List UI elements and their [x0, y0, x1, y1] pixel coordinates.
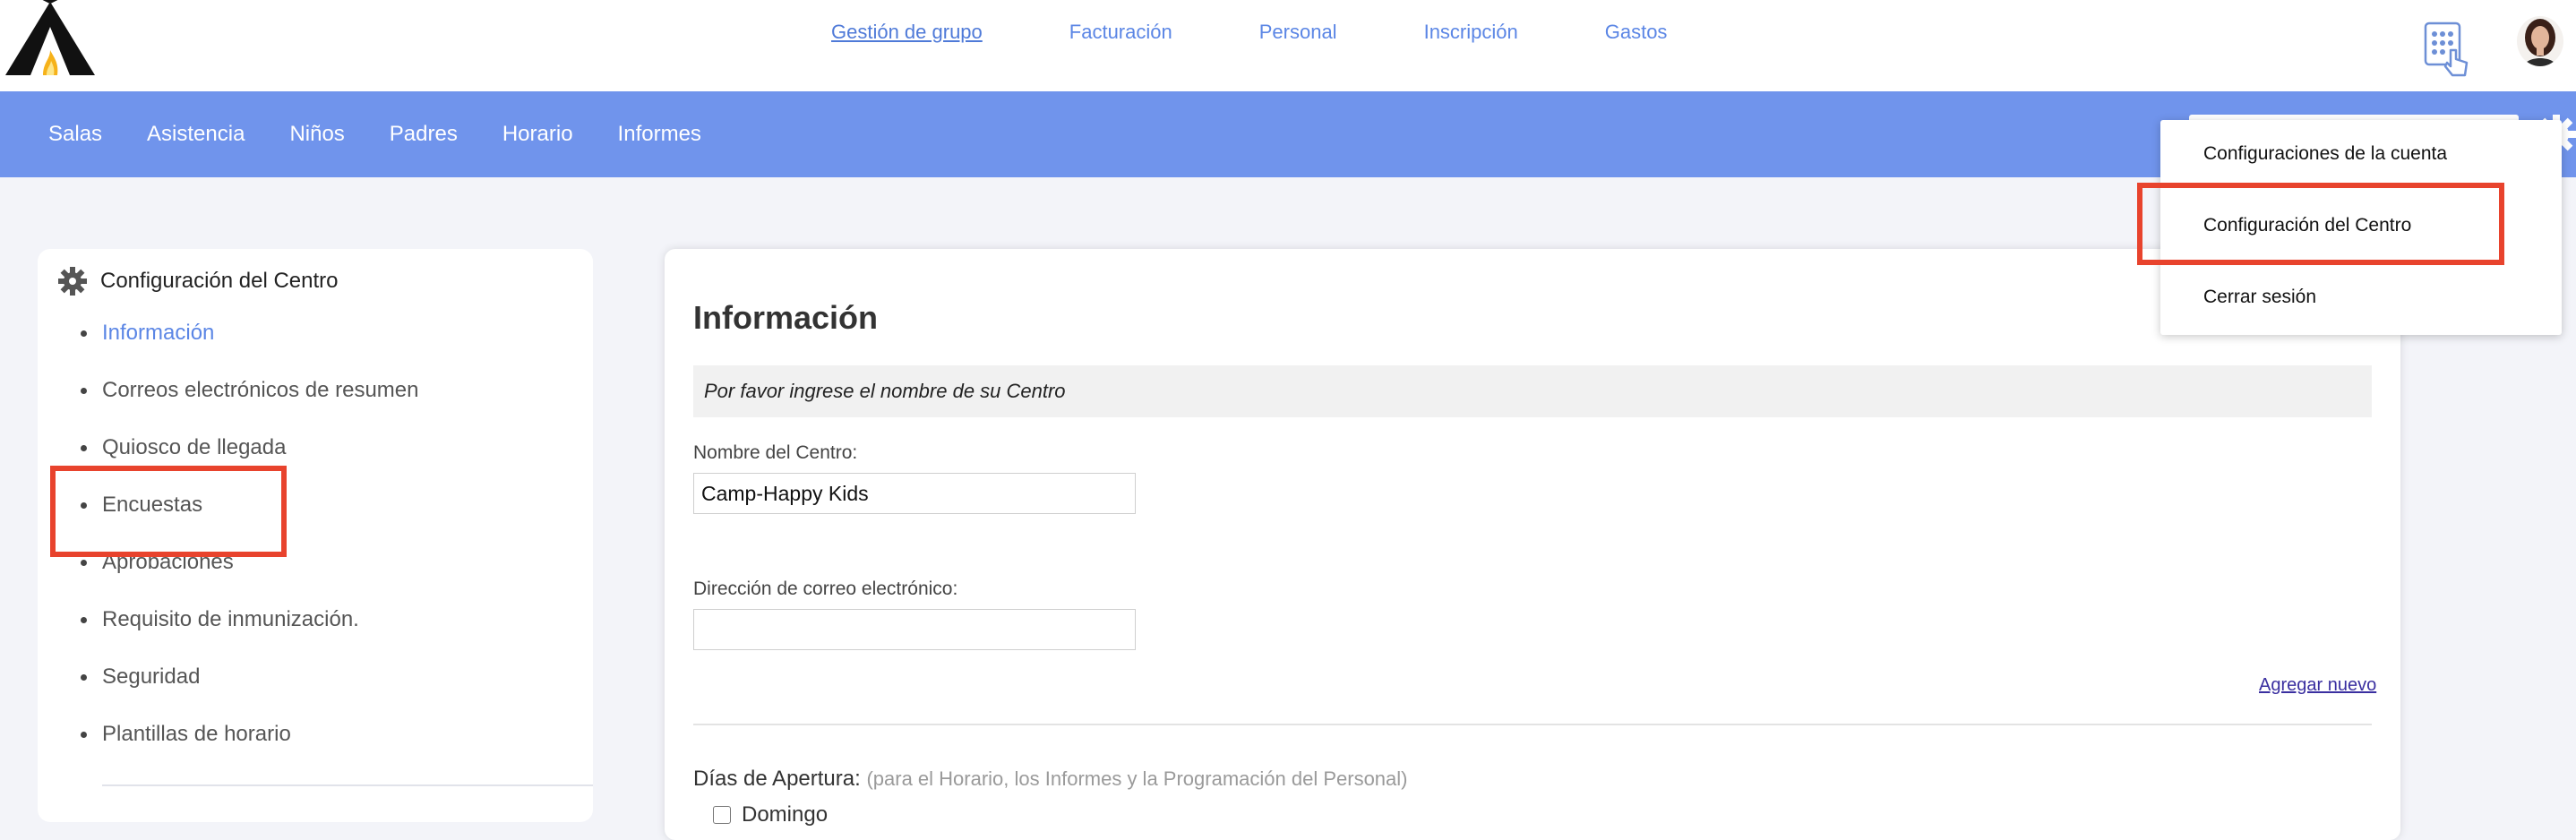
center-name-field[interactable]: [693, 473, 1136, 514]
top-header: Gestión de grupo Facturación Personal In…: [0, 0, 2576, 91]
subnav-schedule[interactable]: Horario: [502, 122, 573, 147]
nav-enrollment[interactable]: Inscripción: [1424, 21, 1518, 44]
sidebar-item-immunization[interactable]: Requisito de inmunización.: [81, 605, 419, 663]
opening-days-hint: (para el Horario, los Informes y la Prog…: [866, 767, 1408, 790]
keypad-touch-icon[interactable]: [2424, 20, 2470, 77]
menu-item-logout[interactable]: Cerrar sesión: [2203, 287, 2316, 308]
subnav-attendance[interactable]: Asistencia: [147, 122, 245, 147]
email-label: Dirección de correo electrónico:: [693, 579, 958, 599]
subnav-parents[interactable]: Padres: [390, 122, 458, 147]
sunday-label: Domingo: [742, 802, 829, 827]
add-new-link[interactable]: Agregar nuevo: [2259, 675, 2376, 696]
gear-icon: [58, 267, 87, 296]
email-field[interactable]: [693, 609, 1136, 650]
highlight-box-center-settings: [2137, 183, 2504, 265]
notice-banner: Por favor ingrese el nombre de su Centro: [693, 365, 2372, 417]
top-navigation: Gestión de grupo Facturación Personal In…: [831, 16, 1754, 48]
sidebar-title: Configuración del Centro: [100, 269, 339, 293]
center-name-label: Nombre del Centro:: [693, 442, 858, 463]
opening-days-title: Días de Apertura:: [693, 767, 861, 791]
day-option-sunday[interactable]: Domingo: [713, 802, 828, 827]
sidebar-item-summary-emails[interactable]: Correos electrónicos de resumen: [81, 376, 419, 433]
sidebar-item-security[interactable]: Seguridad: [81, 663, 419, 720]
information-panel: Información Por favor ingrese el nombre …: [665, 249, 2400, 840]
nav-staff[interactable]: Personal: [1259, 21, 1337, 44]
subnav-reports[interactable]: Informes: [618, 122, 701, 147]
page-title: Información: [693, 299, 879, 336]
sidebar-item-schedule-templates[interactable]: Plantillas de horario: [81, 720, 419, 777]
user-avatar[interactable]: [2517, 16, 2563, 66]
opening-days-label: Días de Apertura: (para el Horario, los …: [693, 767, 1408, 792]
notice-text: Por favor ingrese el nombre de su Centro: [704, 380, 1066, 402]
sunday-checkbox[interactable]: [713, 806, 731, 824]
tent-logo-icon[interactable]: [4, 0, 97, 79]
highlight-box-surveys: [50, 466, 287, 557]
sidebar-item-information[interactable]: Información: [81, 319, 419, 376]
section-divider: [693, 724, 2372, 725]
menu-item-account-settings[interactable]: Configuraciones de la cuenta: [2203, 143, 2447, 165]
subnav-children[interactable]: Niños: [289, 122, 344, 147]
nav-billing[interactable]: Facturación: [1069, 21, 1172, 44]
sidebar-heading: Configuración del Centro: [57, 263, 339, 299]
sidebar-divider: [102, 784, 593, 786]
subnav-rooms[interactable]: Salas: [48, 122, 102, 147]
nav-expenses[interactable]: Gastos: [1605, 21, 1668, 44]
nav-group-management[interactable]: Gestión de grupo: [831, 21, 983, 44]
